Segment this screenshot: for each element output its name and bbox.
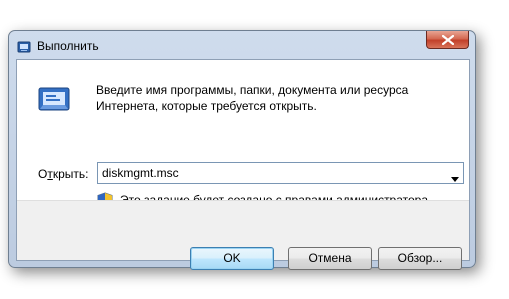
browse-button[interactable]: Обзор... bbox=[378, 247, 462, 270]
dialog-content: Введите имя программы, папки, документа … bbox=[16, 59, 470, 270]
run-icon-small bbox=[17, 40, 31, 53]
cancel-button[interactable]: Отмена bbox=[288, 247, 372, 270]
command-input[interactable] bbox=[98, 163, 438, 183]
dropdown-arrow-icon[interactable] bbox=[450, 170, 460, 182]
window-title: Выполнить bbox=[37, 39, 99, 53]
description-text: Введите имя программы, папки, документа … bbox=[96, 83, 409, 113]
title-bar[interactable]: Выполнить bbox=[9, 31, 475, 59]
run-icon bbox=[38, 85, 70, 113]
command-combobox[interactable] bbox=[97, 162, 464, 184]
run-dialog-window: Выполнить Введите имя программы, папки, … bbox=[8, 30, 476, 270]
close-button[interactable] bbox=[426, 31, 469, 49]
open-label: Открыть: bbox=[38, 167, 89, 181]
close-icon bbox=[442, 35, 454, 45]
ok-button[interactable]: OK bbox=[190, 247, 274, 270]
